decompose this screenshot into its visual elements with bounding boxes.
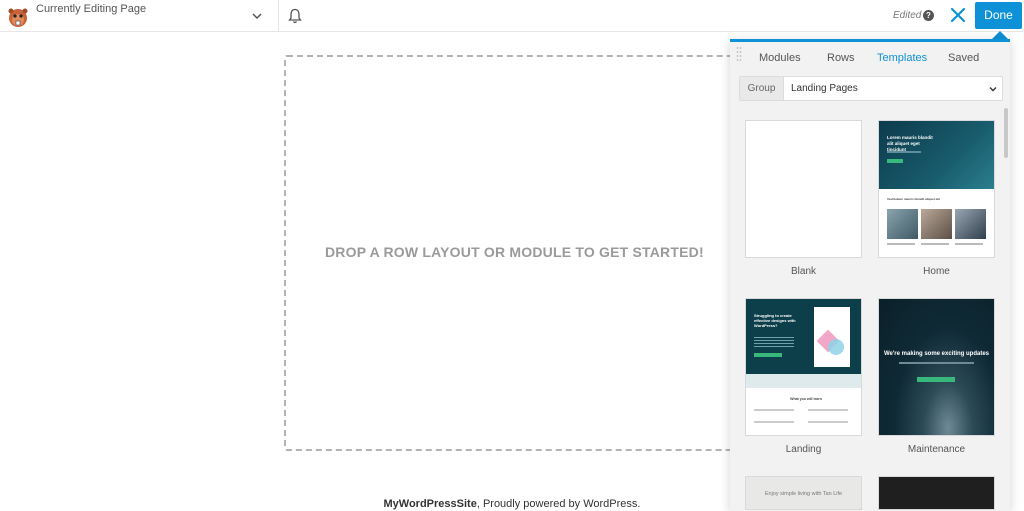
thumb-button	[917, 377, 955, 382]
content-panel: Modules Rows Templates Saved Group Landi…	[730, 39, 1010, 511]
template-landing[interactable]: Struggling to create effective designs w…	[745, 298, 862, 455]
divider	[278, 0, 279, 32]
footer-tagline: , Proudly powered by WordPress.	[476, 498, 641, 510]
template-label: Maintenance	[907, 444, 966, 455]
thumb-text-line	[899, 362, 974, 364]
panel-pointer	[992, 31, 1008, 39]
thumb-background	[879, 299, 994, 435]
thumb-text-line	[887, 151, 921, 153]
template-partial[interactable]	[878, 476, 995, 510]
template-blank[interactable]: Blank	[745, 120, 862, 277]
thumb-image	[887, 209, 918, 239]
thumb-text-line	[887, 243, 915, 245]
bell-icon[interactable]	[288, 8, 302, 24]
template-thumbnail: Lorem mauris blandit alit aliquet eget t…	[878, 120, 995, 258]
thumb-band	[746, 374, 861, 388]
thumb-button	[754, 353, 782, 357]
template-label: Landing	[785, 444, 822, 455]
thumb-text-line	[921, 243, 949, 245]
top-bar: Currently Editing Page Edited ? Done	[0, 0, 1024, 32]
template-maintenance[interactable]: We're making some exciting updates Maint…	[878, 298, 995, 455]
template-label: Home	[923, 266, 950, 277]
thumb-subheading: What you will learn	[790, 397, 822, 401]
thumb-image	[955, 209, 986, 239]
tab-templates[interactable]: Templates	[877, 52, 927, 64]
template-thumbnail: We're making some exciting updates	[878, 298, 995, 436]
thumb-text-line	[754, 421, 794, 423]
group-value[interactable]: Landing Pages	[791, 83, 858, 94]
thumb-hero-title: Enjoy simple living with Tan Life	[764, 491, 843, 497]
tab-saved[interactable]: Saved	[948, 52, 979, 64]
thumb-subheading: Vestibulum mauris blandit aliquet elit	[887, 197, 941, 201]
panel-tabs: Modules Rows Templates Saved	[730, 52, 1010, 68]
thumb-hero-title: Struggling to create effective designs w…	[754, 313, 796, 328]
beaver-logo-icon[interactable]	[6, 5, 30, 29]
thumb-hero: Lorem mauris blandit alit aliquet eget t…	[879, 121, 994, 189]
help-icon[interactable]: ?	[923, 10, 934, 21]
thumb-text-line	[955, 243, 983, 245]
group-select[interactable]: Group Landing Pages	[739, 76, 1003, 101]
thumb-text-line	[808, 409, 848, 411]
template-home[interactable]: Lorem mauris blandit alit aliquet eget t…	[878, 120, 995, 277]
template-partial[interactable]: Enjoy simple living with Tan Life	[745, 476, 862, 510]
drop-prompt: DROP A ROW LAYOUT OR MODULE TO GET START…	[325, 244, 704, 260]
edited-status: Edited	[893, 10, 922, 21]
thumb-hero-title: We're making some exciting updates	[883, 351, 989, 357]
thumb-button	[887, 159, 903, 163]
thumb-image	[921, 209, 952, 239]
panel-scrollbar[interactable]	[1004, 108, 1008, 158]
thumb-bullets	[754, 335, 794, 349]
thumb-text-line	[754, 409, 794, 411]
footer-site-name[interactable]: MyWordPressSite	[384, 498, 477, 510]
thumb-shape	[828, 339, 844, 355]
template-thumbnail: Struggling to create effective designs w…	[745, 298, 862, 436]
close-icon[interactable]	[948, 5, 968, 25]
thumb-text-line	[808, 421, 848, 423]
page-title[interactable]: Currently Editing Page	[36, 3, 146, 15]
tab-modules[interactable]: Modules	[759, 52, 801, 64]
group-label: Group	[740, 77, 784, 100]
chevron-down-icon[interactable]	[250, 9, 264, 23]
done-button[interactable]: Done	[975, 2, 1022, 29]
template-label: Blank	[790, 266, 816, 277]
chevron-down-icon[interactable]	[988, 84, 998, 94]
template-thumbnail	[745, 120, 862, 258]
tab-rows[interactable]: Rows	[827, 52, 855, 64]
